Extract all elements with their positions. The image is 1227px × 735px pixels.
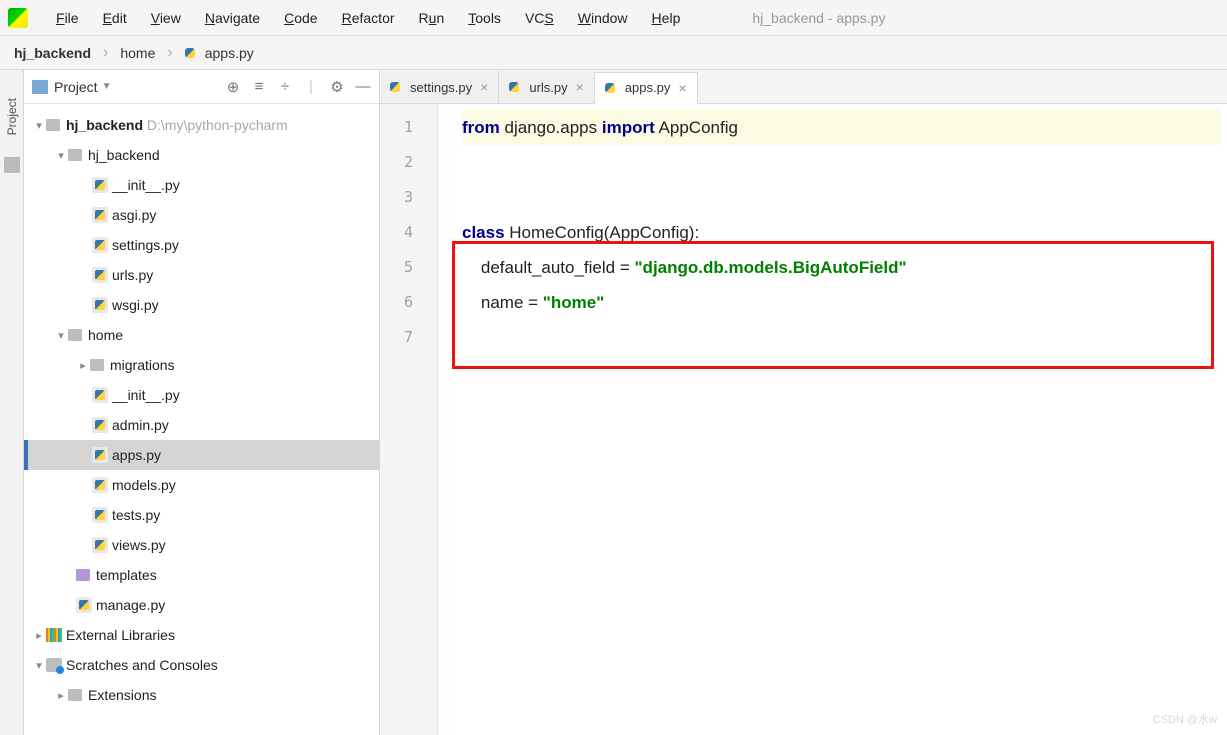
project-tree: ▾hj_backend D:\my\python-pycharm ▾hj_bac…	[24, 104, 379, 735]
window-title: hj_backend - apps.py	[752, 10, 885, 26]
editor-tabs: settings.py× urls.py× apps.py×	[380, 70, 1227, 104]
menubar: File Edit View Navigate Code Refactor Ru…	[0, 0, 1227, 36]
project-sidebar: Project ▼ ⊕ ≡ ÷ | ⚙ — ▾hj_backend D:\my\…	[24, 70, 380, 735]
tree-file[interactable]: __init__.py	[24, 170, 379, 200]
watermark: CSDN @水w	[1153, 711, 1217, 727]
breadcrumb: hj_backend › home › apps.py	[0, 36, 1227, 70]
tree-file[interactable]: wsgi.py	[24, 290, 379, 320]
python-file-icon	[509, 79, 525, 95]
chevron-right-icon: ›	[103, 44, 108, 62]
tab-settings[interactable]: settings.py×	[380, 71, 499, 103]
project-label[interactable]: Project	[54, 79, 98, 95]
tab-urls[interactable]: urls.py×	[499, 71, 594, 103]
tree-file[interactable]: views.py	[24, 530, 379, 560]
menu-file[interactable]: File	[44, 6, 91, 30]
tree-file-apps[interactable]: apps.py	[24, 440, 379, 470]
tree-templates[interactable]: templates	[24, 560, 379, 590]
python-file-icon	[185, 45, 201, 61]
tree-file[interactable]: settings.py	[24, 230, 379, 260]
chevron-down-icon[interactable]: ▼	[102, 81, 112, 92]
python-file-icon	[390, 79, 406, 95]
library-icon	[46, 628, 62, 642]
tree-file[interactable]: manage.py	[24, 590, 379, 620]
tree-migrations[interactable]: ▸migrations	[24, 350, 379, 380]
tab-apps[interactable]: apps.py×	[595, 72, 698, 104]
fold-column	[438, 104, 456, 735]
close-icon[interactable]: ×	[576, 79, 584, 95]
menu-vcs[interactable]: VCS	[513, 6, 566, 30]
editor: settings.py× urls.py× apps.py× 1234567 f…	[380, 70, 1227, 735]
tree-extensions[interactable]: ▸Extensions	[24, 680, 379, 710]
menu-edit[interactable]: Edit	[91, 6, 139, 30]
collapse-icon[interactable]: ÷	[277, 79, 293, 95]
tree-root[interactable]: ▾hj_backend D:\my\python-pycharm	[24, 110, 379, 140]
close-icon[interactable]: ×	[480, 79, 488, 95]
breadcrumb-root[interactable]: hj_backend	[14, 45, 91, 61]
project-icon	[32, 80, 48, 94]
tree-pkg-home[interactable]: ▾home	[24, 320, 379, 350]
tree-ext-lib[interactable]: ▸External Libraries	[24, 620, 379, 650]
scratch-icon	[46, 658, 62, 672]
breadcrumb-file[interactable]: apps.py	[205, 45, 254, 61]
tree-file[interactable]: tests.py	[24, 500, 379, 530]
app-icon	[8, 8, 28, 28]
chevron-right-icon: ›	[167, 44, 172, 62]
structure-tool-button[interactable]	[4, 157, 20, 173]
gear-icon[interactable]: ⚙	[329, 79, 345, 95]
expand-icon[interactable]: ≡	[251, 79, 267, 95]
editor-body[interactable]: 1234567 from django.apps import AppConfi…	[380, 104, 1227, 735]
tree-scratches[interactable]: ▾Scratches and Consoles	[24, 650, 379, 680]
menu-view[interactable]: View	[139, 6, 193, 30]
tree-file[interactable]: urls.py	[24, 260, 379, 290]
project-tool-button[interactable]: Project	[5, 90, 19, 143]
tree-file[interactable]: models.py	[24, 470, 379, 500]
menu-run[interactable]: Run	[407, 6, 457, 30]
menu-refactor[interactable]: Refactor	[330, 6, 407, 30]
tree-file[interactable]: admin.py	[24, 410, 379, 440]
tree-file[interactable]: asgi.py	[24, 200, 379, 230]
close-icon[interactable]: ×	[678, 80, 686, 96]
menu-tools[interactable]: Tools	[456, 6, 513, 30]
tree-pkg[interactable]: ▾hj_backend	[24, 140, 379, 170]
gutter: 1234567	[380, 104, 438, 735]
tree-file[interactable]: __init__.py	[24, 380, 379, 410]
python-file-icon	[605, 80, 621, 96]
menu-help[interactable]: Help	[640, 6, 693, 30]
target-icon[interactable]: ⊕	[225, 79, 241, 95]
code-area[interactable]: from django.apps import AppConfig class …	[456, 104, 1227, 735]
menu-navigate[interactable]: Navigate	[193, 6, 272, 30]
breadcrumb-folder[interactable]: home	[120, 45, 155, 61]
menu-code[interactable]: Code	[272, 6, 329, 30]
menu-window[interactable]: Window	[566, 6, 640, 30]
minimize-icon[interactable]: —	[355, 79, 371, 95]
tool-window-bar: Project	[0, 70, 24, 735]
sidebar-toolbar: Project ▼ ⊕ ≡ ÷ | ⚙ —	[24, 70, 379, 104]
